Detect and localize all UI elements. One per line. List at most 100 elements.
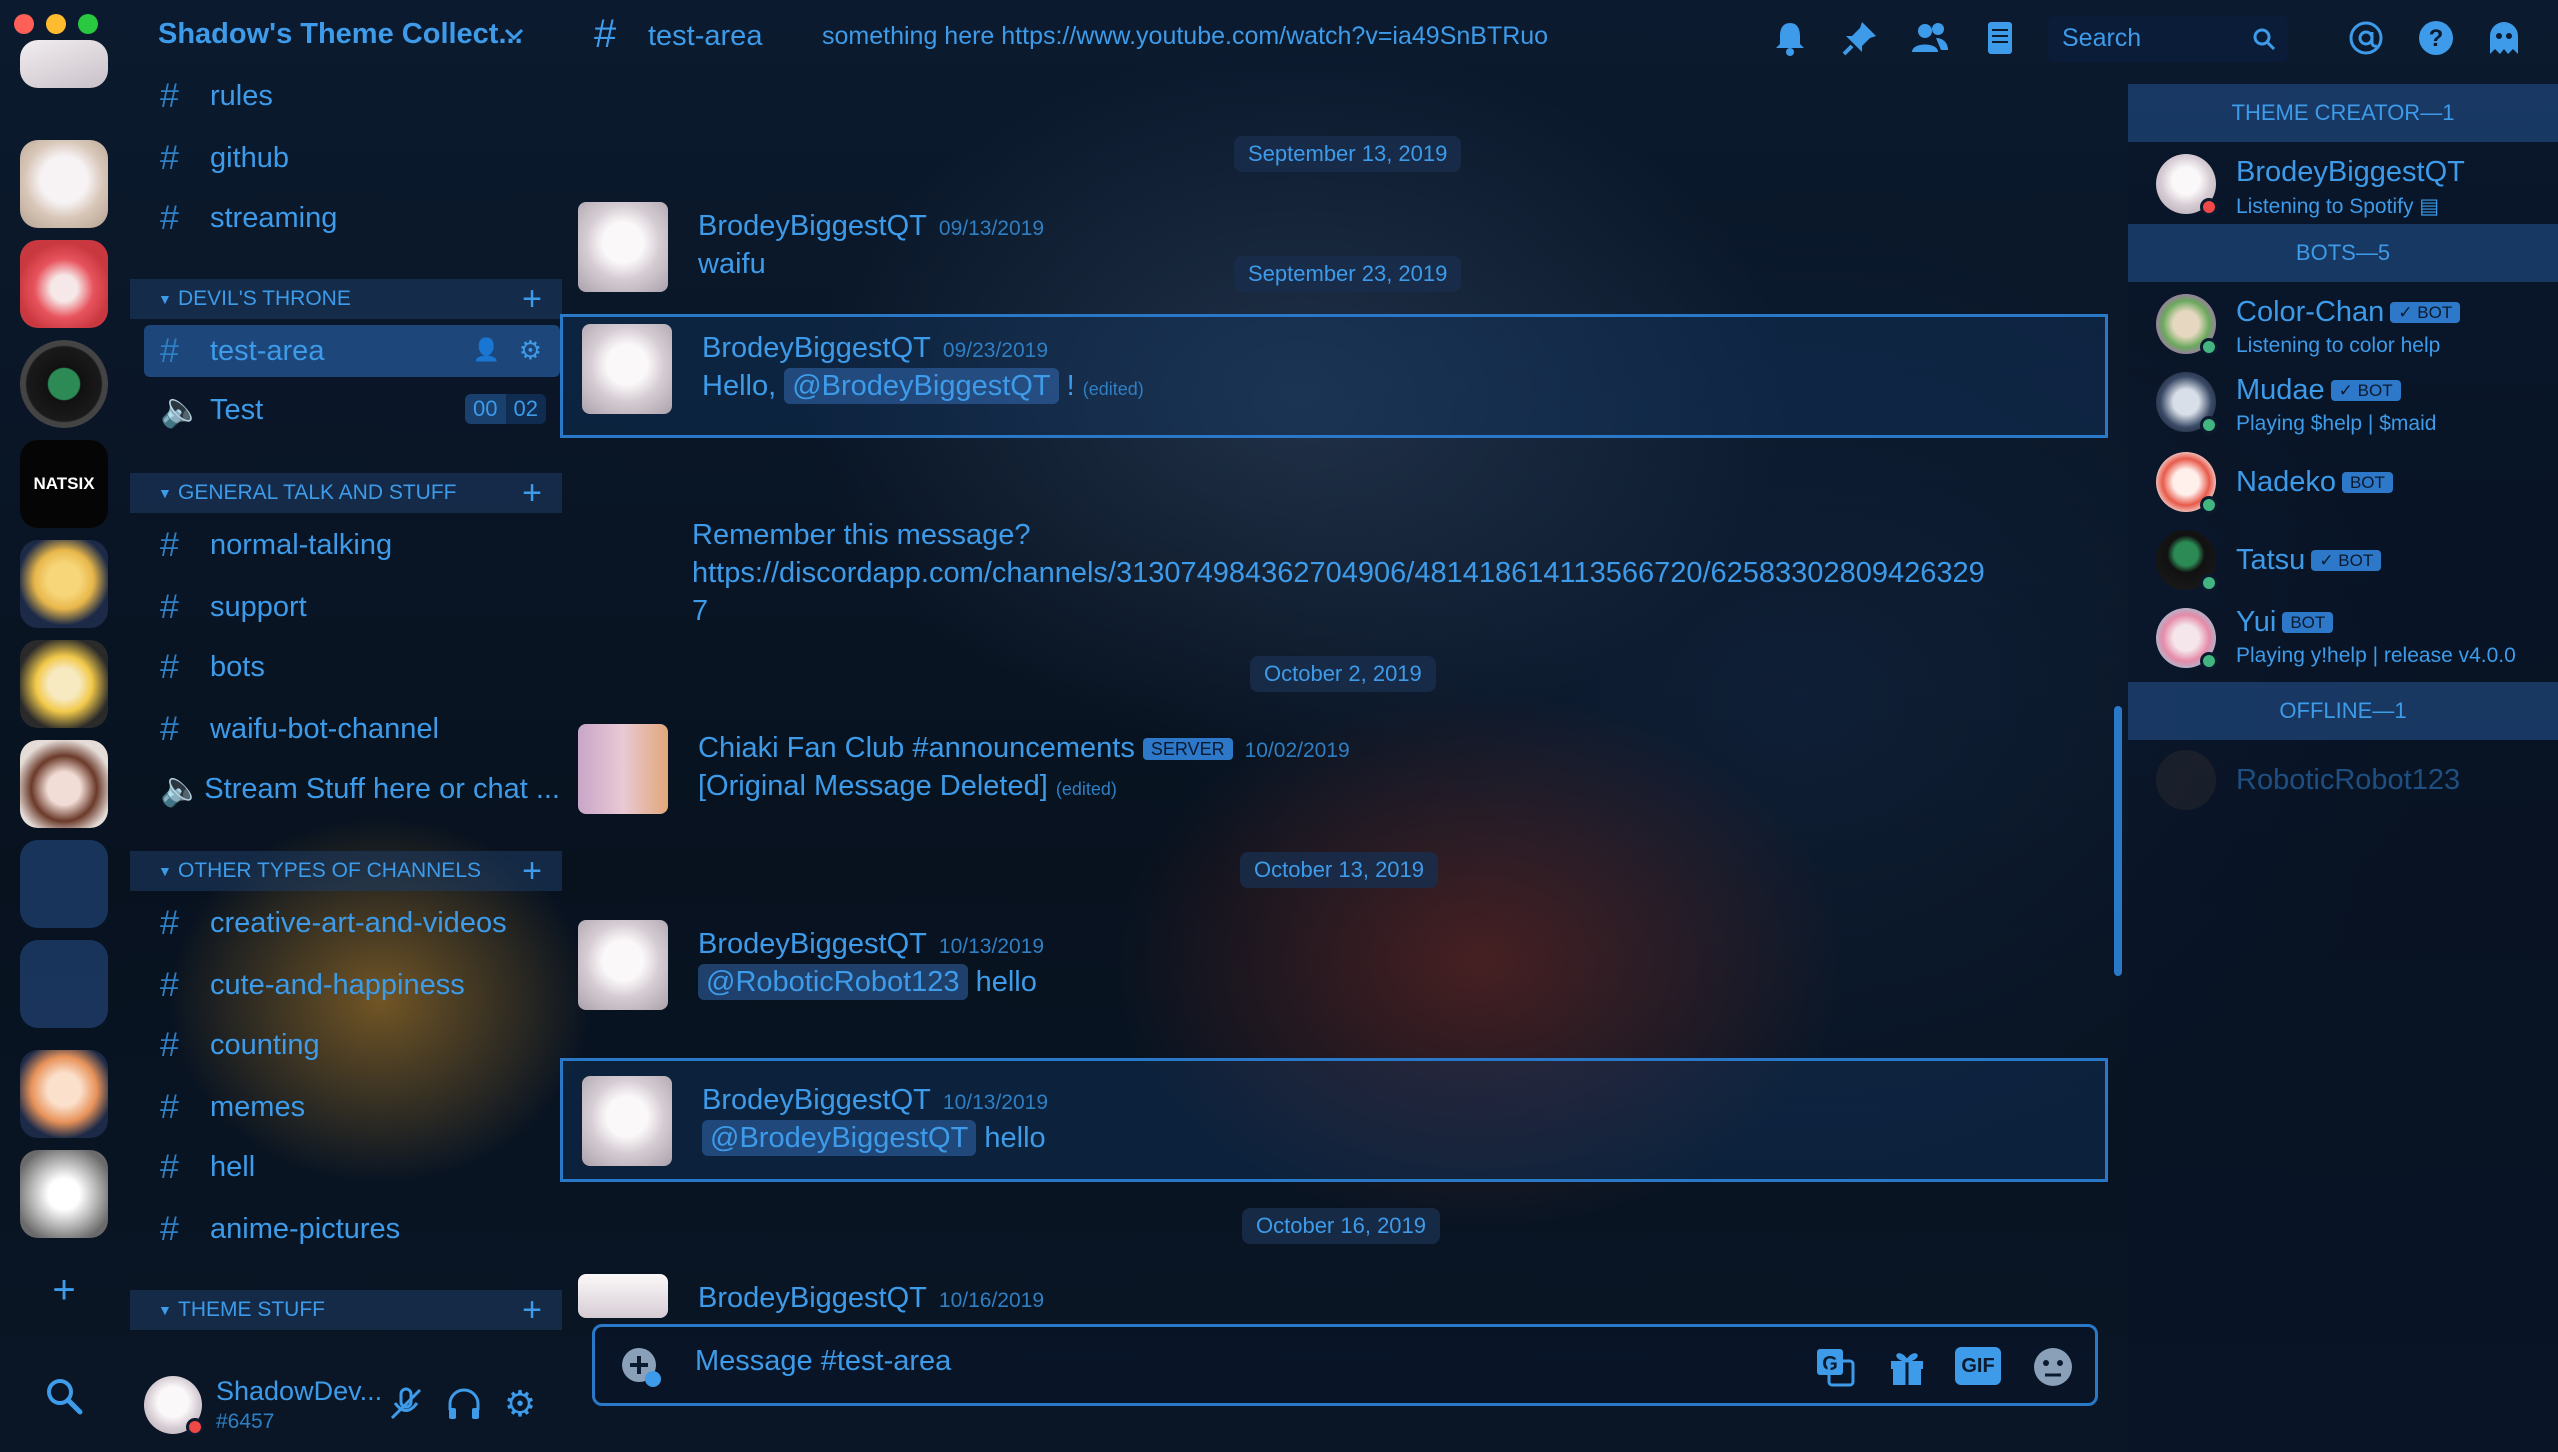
minimize-window-button[interactable] bbox=[46, 14, 66, 34]
channel-item[interactable]: # rules bbox=[160, 70, 560, 122]
channel-item-selected[interactable]: # test-area 👤 ⚙ bbox=[144, 325, 560, 377]
invite-icon[interactable]: 👤 bbox=[473, 337, 500, 363]
add-server-icon[interactable]: + bbox=[44, 1270, 84, 1310]
hash-icon: # bbox=[160, 1025, 179, 1064]
message-author[interactable]: Chiaki Fan Club #announcements bbox=[698, 732, 1135, 764]
server-icon[interactable] bbox=[20, 340, 108, 428]
inbox-icon[interactable] bbox=[1980, 18, 2020, 58]
mute-microphone-icon[interactable] bbox=[386, 1384, 426, 1424]
channel-item[interactable]: # cute-and-happiness bbox=[160, 959, 560, 1011]
member-name: BrodeyBiggestQT bbox=[2236, 156, 2465, 188]
channel-item[interactable]: # streaming bbox=[160, 192, 560, 244]
avatar[interactable] bbox=[578, 920, 668, 1010]
voice-channel-item[interactable]: 🔈 Stream Stuff here or chat ... bbox=[160, 763, 560, 815]
dnd-status-dot bbox=[186, 1418, 204, 1436]
search-input[interactable] bbox=[2062, 24, 2242, 53]
category-header[interactable]: ▼ OTHER TYPES OF CHANNELS + bbox=[130, 851, 562, 891]
server-icon[interactable] bbox=[20, 140, 108, 228]
username: ShadowDev... bbox=[216, 1376, 383, 1406]
pin-icon[interactable] bbox=[1840, 18, 1880, 58]
headphones-icon[interactable] bbox=[444, 1384, 484, 1424]
channel-item[interactable]: # github bbox=[160, 132, 560, 184]
category-header[interactable]: ▼ DEVIL'S THRONE + bbox=[130, 279, 562, 319]
message-author[interactable]: BrodeyBiggestQT bbox=[698, 1282, 927, 1314]
member-item[interactable]: Tatsu ✓ BOT bbox=[2128, 530, 2558, 600]
avatar bbox=[2156, 750, 2216, 810]
channel-item[interactable]: # bots bbox=[160, 641, 560, 693]
maximize-window-button[interactable] bbox=[78, 14, 98, 34]
members-icon[interactable] bbox=[1910, 18, 1950, 58]
server-icon[interactable] bbox=[20, 740, 108, 828]
discover-search-icon[interactable] bbox=[44, 1376, 84, 1416]
channel-item[interactable]: # waifu-bot-channel bbox=[160, 703, 560, 755]
channel-topic[interactable]: something here https://www.youtube.com/w… bbox=[822, 22, 1548, 51]
user-mention[interactable]: @BrodeyBiggestQT bbox=[784, 368, 1059, 404]
channel-item[interactable]: # support bbox=[160, 581, 560, 633]
add-channel-icon[interactable]: + bbox=[522, 851, 542, 891]
avatar[interactable] bbox=[582, 324, 672, 414]
bell-icon[interactable] bbox=[1770, 18, 1810, 58]
channel-item[interactable]: # counting bbox=[160, 1019, 560, 1071]
ghost-icon[interactable] bbox=[2484, 18, 2524, 58]
upload-plus-icon[interactable] bbox=[619, 1345, 663, 1389]
user-settings-gear-icon[interactable]: ⚙ bbox=[500, 1384, 540, 1424]
channel-item[interactable]: # normal-talking bbox=[160, 519, 560, 571]
avatar[interactable] bbox=[578, 1274, 668, 1318]
hash-icon: # bbox=[594, 12, 617, 56]
dnd-status-dot bbox=[2200, 198, 2218, 216]
scrollbar[interactable] bbox=[2114, 706, 2122, 976]
server-icon[interactable] bbox=[20, 540, 108, 628]
channel-item[interactable]: # creative-art-and-videos bbox=[160, 897, 560, 949]
message-author[interactable]: BrodeyBiggestQT bbox=[698, 928, 927, 960]
server-icon[interactable] bbox=[20, 240, 108, 328]
message-author[interactable]: BrodeyBiggestQT bbox=[698, 210, 927, 242]
emoji-icon[interactable] bbox=[2031, 1345, 2075, 1389]
voice-channel-item[interactable]: 🔈 Test 00 02 bbox=[160, 384, 560, 436]
message-link[interactable]: 7 bbox=[692, 592, 1985, 630]
channel-item[interactable]: # hell bbox=[160, 1141, 560, 1193]
guild-name[interactable]: Shadow's Theme Collect... bbox=[158, 18, 523, 51]
gift-icon[interactable] bbox=[1885, 1345, 1929, 1389]
close-window-button[interactable] bbox=[14, 14, 34, 34]
avatar[interactable] bbox=[578, 724, 668, 814]
translate-icon[interactable]: G bbox=[1813, 1345, 1857, 1389]
server-icon[interactable] bbox=[20, 40, 108, 88]
user-mention[interactable]: @BrodeyBiggestQT bbox=[702, 1120, 977, 1156]
avatar[interactable] bbox=[582, 1076, 672, 1166]
search-box[interactable] bbox=[2048, 16, 2288, 62]
member-item[interactable]: BrodeyBiggestQT Listening to Spotify ▤ bbox=[2128, 154, 2558, 224]
mentions-icon[interactable] bbox=[2346, 18, 2386, 58]
date-label: October 2, 2019 bbox=[1250, 656, 1436, 692]
member-item[interactable]: RoboticRobot123 bbox=[2128, 750, 2558, 820]
channel-label: github bbox=[210, 141, 290, 174]
server-folder[interactable] bbox=[20, 840, 108, 928]
message-link[interactable]: https://discordapp.com/channels/31307498… bbox=[692, 554, 1985, 592]
server-icon[interactable] bbox=[20, 640, 108, 728]
member-item[interactable]: Mudae ✓ BOT Playing $help | $maid bbox=[2128, 372, 2558, 442]
server-icon[interactable] bbox=[20, 1150, 108, 1238]
channel-item[interactable]: # memes bbox=[160, 1081, 560, 1133]
member-item[interactable]: Color-Chan ✓ BOT Listening to color help bbox=[2128, 294, 2558, 364]
message-author[interactable]: BrodeyBiggestQT bbox=[702, 332, 931, 364]
message-input[interactable] bbox=[695, 1345, 1695, 1378]
add-channel-icon[interactable]: + bbox=[522, 1290, 542, 1330]
user-mention[interactable]: @RoboticRobot123 bbox=[698, 964, 968, 1000]
channel-label: anime-pictures bbox=[210, 1212, 401, 1245]
server-icon[interactable]: NATSIX bbox=[20, 440, 108, 528]
member-item[interactable]: Nadeko BOT bbox=[2128, 452, 2558, 522]
member-item[interactable]: Yui BOT Playing y!help | release v4.0.0 bbox=[2128, 606, 2558, 678]
gear-icon[interactable]: ⚙ bbox=[519, 335, 542, 366]
add-channel-icon[interactable]: + bbox=[522, 279, 542, 319]
hash-icon: # bbox=[160, 1147, 179, 1186]
category-header[interactable]: ▼ GENERAL TALK AND STUFF + bbox=[130, 473, 562, 513]
message-author[interactable]: BrodeyBiggestQT bbox=[702, 1084, 931, 1116]
chevron-down-icon[interactable] bbox=[502, 22, 526, 46]
channel-item[interactable]: # anime-pictures bbox=[160, 1203, 560, 1255]
category-header[interactable]: ▼ THEME STUFF + bbox=[130, 1290, 562, 1330]
gif-button[interactable]: GIF bbox=[1955, 1347, 2001, 1385]
message-text: Remember this message? bbox=[692, 519, 1031, 551]
server-icon[interactable] bbox=[20, 1050, 108, 1138]
help-icon[interactable]: ? bbox=[2416, 18, 2456, 58]
add-channel-icon[interactable]: + bbox=[522, 473, 542, 513]
server-folder[interactable] bbox=[20, 940, 108, 1028]
